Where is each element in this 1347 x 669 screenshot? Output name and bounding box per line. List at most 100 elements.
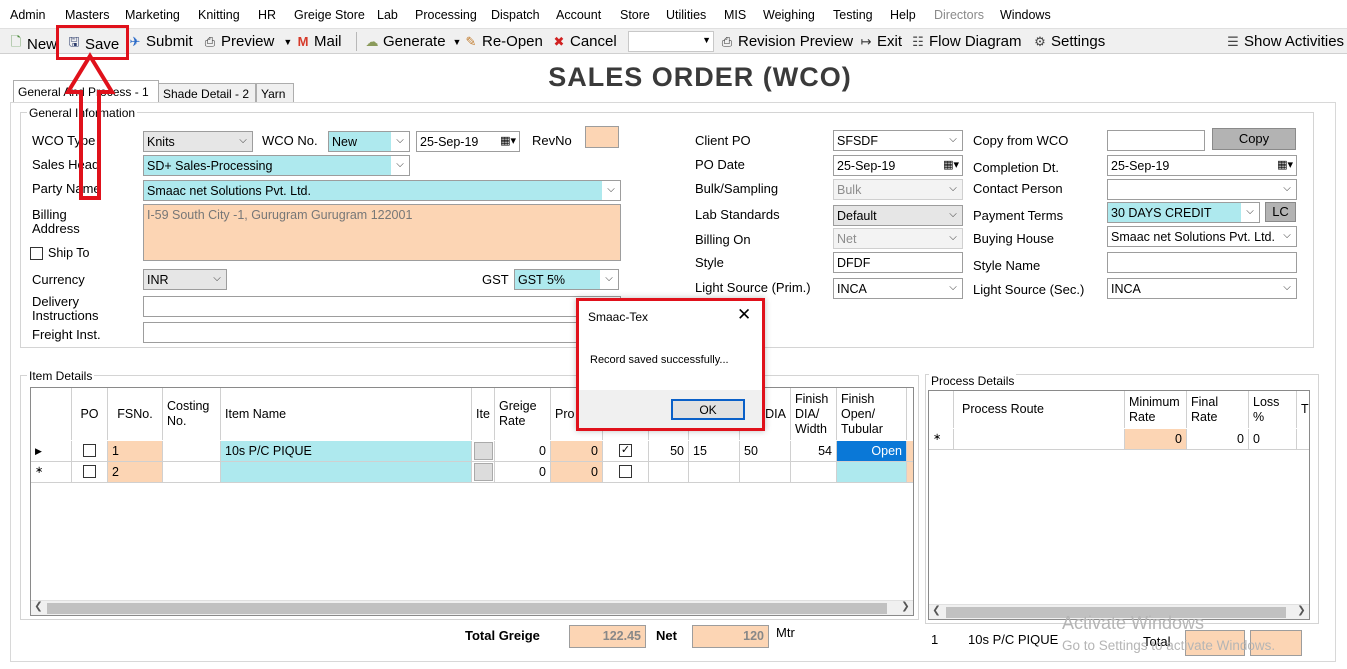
bulk-sampling-select[interactable]: Bulk ⌵: [833, 179, 963, 200]
finish-open-cell[interactable]: Open: [837, 441, 907, 462]
submit-button[interactable]: ✈ Submit: [127, 33, 193, 50]
checked-checkbox[interactable]: ✓: [619, 444, 632, 457]
col-ite[interactable]: Ite: [472, 388, 495, 440]
menu-mis[interactable]: MIS: [724, 8, 746, 22]
copy-button[interactable]: Copy: [1212, 128, 1296, 150]
billing-address-field[interactable]: I-59 South City -1, Gurugram Gurugram 12…: [143, 204, 621, 261]
menu-admin[interactable]: Admin: [10, 8, 45, 22]
greige-rate-cell[interactable]: 0: [495, 441, 551, 462]
dia-cell[interactable]: 50: [740, 441, 791, 462]
ellipsis-button[interactable]: [474, 463, 493, 481]
col-greige-rate[interactable]: Greige Rate: [495, 388, 551, 440]
new-row-icon[interactable]: ∗: [31, 462, 72, 483]
close-icon[interactable]: ✕: [737, 305, 751, 325]
lab-standards-select[interactable]: Default ⌵: [833, 205, 963, 226]
light-source-prim-select[interactable]: INCA ⌵: [833, 278, 963, 299]
toolbar-combo[interactable]: ▼: [628, 31, 714, 52]
lc-button[interactable]: LC: [1265, 202, 1296, 222]
new-button[interactable]: 🗋 New: [8, 33, 57, 55]
tab-yarn[interactable]: Yarn: [256, 83, 294, 102]
copy-from-wco-field[interactable]: [1107, 130, 1205, 151]
scrollbar-thumb[interactable]: [47, 603, 887, 614]
reopen-button[interactable]: ✎ Re-Open: [463, 33, 543, 50]
ok-button[interactable]: OK: [671, 399, 745, 420]
pro-rate-cell[interactable]: 0: [551, 462, 603, 483]
col-fsno[interactable]: FSNo.: [108, 388, 163, 440]
loss-cell[interactable]: 0: [1249, 429, 1297, 450]
menu-testing[interactable]: Testing: [833, 8, 873, 22]
po-checkbox[interactable]: [83, 444, 96, 457]
scroll-left-icon[interactable]: ❮: [31, 601, 46, 612]
light-source-sec-select[interactable]: INCA ⌵: [1107, 278, 1297, 299]
wco-date-picker[interactable]: 25-Sep-19 ▦▾: [416, 131, 520, 152]
col-costing[interactable]: Costing No.: [163, 388, 221, 440]
chevron-down-icon[interactable]: ▼: [283, 37, 292, 47]
dia-cell[interactable]: [740, 462, 791, 483]
po-date-picker[interactable]: 25-Sep-19 ▦▾: [833, 155, 963, 176]
value-cell[interactable]: 15: [689, 441, 740, 462]
greige-rate-cell[interactable]: 0: [495, 462, 551, 483]
po-checkbox[interactable]: [83, 465, 96, 478]
menu-lab[interactable]: Lab: [377, 8, 398, 22]
generate-button[interactable]: ☁ Generate ▼: [364, 33, 462, 50]
flow-diagram-button[interactable]: ☷ Flow Diagram: [910, 33, 1021, 50]
col-loss[interactable]: Loss %: [1249, 391, 1297, 428]
style-field[interactable]: DFDF: [833, 252, 963, 273]
menu-weighing[interactable]: Weighing: [763, 8, 815, 22]
show-activities-button[interactable]: ☰ Show Activities: [1225, 33, 1344, 50]
finish-dia-cell[interactable]: [791, 462, 837, 483]
preview-button[interactable]: ⎙ Preview ▼: [202, 33, 292, 50]
min-rate-cell[interactable]: 0: [1125, 429, 1187, 450]
menu-masters[interactable]: Masters: [65, 8, 109, 22]
scroll-right-icon[interactable]: ❯: [1294, 605, 1309, 616]
menu-utilities[interactable]: Utilities: [666, 8, 706, 22]
ite-cell[interactable]: [472, 462, 495, 483]
col-final-rate[interactable]: Final Rate: [1187, 391, 1249, 428]
tab-shade-detail[interactable]: Shade Detail - 2: [158, 83, 256, 102]
value-cell[interactable]: [689, 462, 740, 483]
costing-cell[interactable]: [163, 462, 221, 483]
t-cell[interactable]: [1297, 429, 1309, 450]
process-route-cell[interactable]: [954, 429, 1125, 450]
sales-head-select[interactable]: SD+ Sales-Processing ⌵: [143, 155, 410, 176]
row-selector-icon[interactable]: ▶: [31, 441, 72, 462]
menu-store[interactable]: Store: [620, 8, 650, 22]
new-row-icon[interactable]: ∗: [929, 429, 954, 450]
cancel-button[interactable]: ✖ Cancel: [551, 33, 617, 50]
col-finish-open[interactable]: Finish Open/ Tubular: [837, 388, 907, 440]
finish-open-cell[interactable]: [837, 462, 907, 483]
ship-to-checkbox[interactable]: [30, 247, 43, 260]
wco-type-select[interactable]: Knits ⌵: [143, 131, 253, 152]
value-cell[interactable]: 50: [649, 441, 689, 462]
gst-select[interactable]: GST 5% ⌵: [514, 269, 619, 290]
menu-processing[interactable]: Processing: [415, 8, 477, 22]
col-po[interactable]: PO: [72, 388, 108, 440]
exit-button[interactable]: ↦ Exit: [858, 33, 902, 50]
checkbox[interactable]: [619, 465, 632, 478]
menu-marketing[interactable]: Marketing: [125, 8, 180, 22]
menu-account[interactable]: Account: [556, 8, 601, 22]
menu-knitting[interactable]: Knitting: [198, 8, 240, 22]
horizontal-scrollbar[interactable]: ❮ ❯: [31, 600, 913, 615]
col-min-rate[interactable]: Minimum Rate: [1125, 391, 1187, 428]
buying-house-select[interactable]: Smaac net Solutions Pvt. Ltd. ⌵: [1107, 226, 1297, 247]
style-name-field[interactable]: [1107, 252, 1297, 273]
contact-person-select[interactable]: ⌵: [1107, 179, 1297, 200]
col-t[interactable]: T: [1297, 391, 1309, 428]
currency-select[interactable]: INR ⌵: [143, 269, 227, 290]
mail-button[interactable]: M Mail: [295, 33, 342, 50]
pro-rate-cell[interactable]: 0: [551, 441, 603, 462]
final-rate-cell[interactable]: 0: [1187, 429, 1249, 450]
revno-field[interactable]: [585, 126, 619, 148]
costing-cell[interactable]: [163, 441, 221, 462]
payment-terms-select[interactable]: 30 DAYS CREDIT ⌵: [1107, 202, 1260, 223]
billing-on-select[interactable]: Net ⌵: [833, 228, 963, 249]
col-process-route[interactable]: Process Route: [954, 391, 1125, 428]
scroll-left-icon[interactable]: ❮: [929, 605, 944, 616]
party-name-select[interactable]: Smaac net Solutions Pvt. Ltd. ⌵: [143, 180, 621, 201]
menu-dispatch[interactable]: Dispatch: [491, 8, 540, 22]
completion-date-picker[interactable]: 25-Sep-19 ▦▾: [1107, 155, 1297, 176]
wco-no-select[interactable]: New ⌵: [328, 131, 410, 152]
item-name-cell[interactable]: [221, 462, 472, 483]
revision-preview-button[interactable]: ⎙ Revision Preview: [719, 33, 853, 50]
